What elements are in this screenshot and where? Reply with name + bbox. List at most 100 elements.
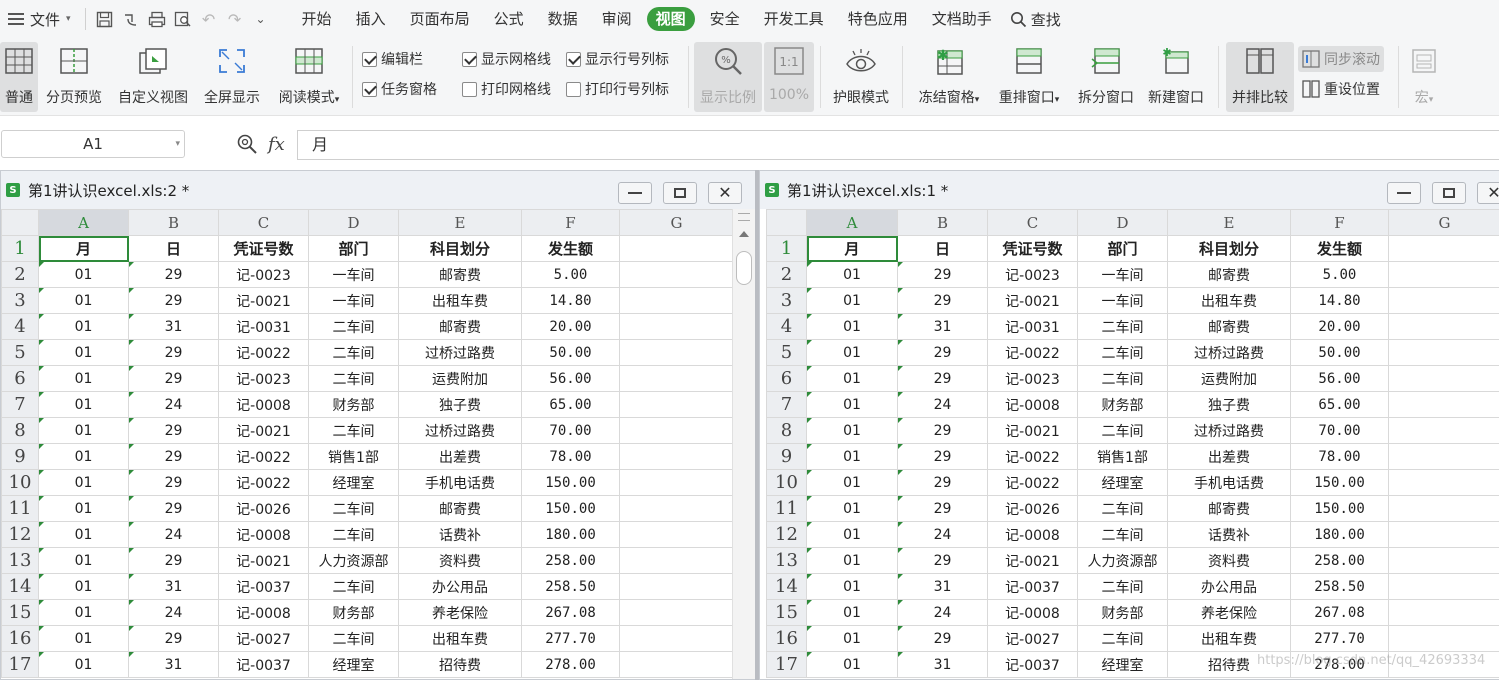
row-header[interactable]: 8 bbox=[1, 417, 39, 444]
cell-d4[interactable]: 二车间 bbox=[1077, 313, 1168, 340]
cell-e7[interactable]: 独子费 bbox=[398, 391, 522, 418]
cell-c15[interactable]: 记-0008 bbox=[218, 599, 309, 626]
cell-d14[interactable]: 二车间 bbox=[1077, 573, 1168, 600]
cell-a10[interactable]: 01 bbox=[806, 469, 898, 496]
sync-scroll-button[interactable]: 同步滚动 bbox=[1298, 46, 1384, 72]
sheet-grid[interactable]: A B C D E F G 1 月日凭证号数 部门 科目划分 发生额 2 01 29 记-0023 一车间 邮寄费… bbox=[766, 209, 1499, 678]
macro-button[interactable]: 宏▾ bbox=[1404, 42, 1444, 112]
column-header-a[interactable]: A bbox=[806, 209, 898, 236]
row-header[interactable]: 5 bbox=[766, 339, 807, 366]
cell-e7[interactable]: 独子费 bbox=[1167, 391, 1291, 418]
cell-c10[interactable]: 记-0022 bbox=[218, 469, 309, 496]
cell-f5[interactable]: 50.00 bbox=[1290, 339, 1389, 366]
undo-icon[interactable]: ↶ bbox=[196, 6, 222, 32]
cell-d10[interactable]: 经理室 bbox=[1077, 469, 1168, 496]
tab-developer[interactable]: 开发工具 bbox=[755, 7, 833, 31]
cell-b15[interactable]: 24 bbox=[128, 599, 219, 626]
cell-d6[interactable]: 二车间 bbox=[1077, 365, 1168, 392]
vertical-scrollbar[interactable] bbox=[732, 209, 755, 679]
cell-c6[interactable]: 记-0023 bbox=[218, 365, 309, 392]
cell-a5[interactable]: 01 bbox=[806, 339, 898, 366]
cell-e10[interactable]: 手机电话费 bbox=[1167, 469, 1291, 496]
cell-a16[interactable]: 01 bbox=[38, 625, 129, 652]
cell-g6[interactable] bbox=[1388, 365, 1499, 392]
row-header[interactable]: 16 bbox=[1, 625, 39, 652]
row-header[interactable]: 8 bbox=[766, 417, 807, 444]
print-gridlines-checkbox[interactable]: 打印网格线 bbox=[462, 79, 551, 99]
cell-f3[interactable]: 14.80 bbox=[1290, 287, 1389, 314]
cell-b4[interactable]: 31 bbox=[897, 313, 988, 340]
freeze-panes-button[interactable]: ✱ 冻结窗格▾ bbox=[912, 42, 986, 112]
cell-e14[interactable]: 办公用品 bbox=[398, 573, 522, 600]
cell-b10[interactable]: 29 bbox=[897, 469, 988, 496]
cell-a14[interactable]: 01 bbox=[38, 573, 129, 600]
cell-f1[interactable]: 发生额 bbox=[1290, 235, 1389, 262]
scroll-thumb[interactable] bbox=[736, 251, 752, 285]
column-header-d[interactable]: D bbox=[308, 209, 399, 236]
cell-f7[interactable]: 65.00 bbox=[1290, 391, 1389, 418]
row-header[interactable]: 3 bbox=[766, 287, 807, 314]
cell-b16[interactable]: 29 bbox=[128, 625, 219, 652]
cell-a8[interactable]: 01 bbox=[806, 417, 898, 444]
cell-g8[interactable] bbox=[619, 417, 734, 444]
print-headings-checkbox[interactable]: 打印行号列标 bbox=[566, 79, 669, 99]
headings-checkbox[interactable]: 显示行号列标 bbox=[566, 49, 669, 69]
close-button[interactable]: ✕ bbox=[708, 182, 742, 204]
cell-d16[interactable]: 二车间 bbox=[308, 625, 399, 652]
cell-d7[interactable]: 财务部 bbox=[308, 391, 399, 418]
insert-function-button[interactable]: fx bbox=[268, 134, 285, 155]
cell-c2[interactable]: 记-0023 bbox=[218, 261, 309, 288]
column-header-c[interactable]: C bbox=[218, 209, 309, 236]
cell-b11[interactable]: 29 bbox=[897, 495, 988, 522]
cell-e5[interactable]: 过桥过路费 bbox=[398, 339, 522, 366]
cell-c5[interactable]: 记-0022 bbox=[987, 339, 1078, 366]
cell-f16[interactable]: 277.70 bbox=[521, 625, 620, 652]
gridlines-checkbox[interactable]: 显示网格线 bbox=[462, 49, 551, 69]
cell-b13[interactable]: 29 bbox=[128, 547, 219, 574]
workbook-window-2[interactable]: S 第1讲认识excel.xls:2 * ✕ A B C D E F G 1 月日凭证号数 部门科… bbox=[0, 170, 756, 680]
cell-d16[interactable]: 二车间 bbox=[1077, 625, 1168, 652]
cell-c11[interactable]: 记-0026 bbox=[987, 495, 1078, 522]
row-header[interactable]: 1 bbox=[766, 235, 807, 262]
select-all-corner[interactable] bbox=[1, 209, 39, 236]
row-header[interactable]: 1 bbox=[1, 235, 39, 262]
column-header-g[interactable]: G bbox=[1388, 209, 1499, 236]
cell-a8[interactable]: 01 bbox=[38, 417, 129, 444]
row-header[interactable]: 16 bbox=[766, 625, 807, 652]
cell-a3[interactable]: 01 bbox=[806, 287, 898, 314]
row-header[interactable]: 9 bbox=[1, 443, 39, 470]
print-icon[interactable] bbox=[144, 6, 170, 32]
cell-f2[interactable]: 5.00 bbox=[1290, 261, 1389, 288]
cell-c3[interactable]: 记-0021 bbox=[218, 287, 309, 314]
side-by-side-button[interactable]: 并排比较 bbox=[1226, 42, 1294, 112]
cell-b14[interactable]: 31 bbox=[897, 573, 988, 600]
cell-a17[interactable]: 01 bbox=[38, 651, 129, 678]
minimize-button[interactable] bbox=[618, 182, 652, 204]
editbar-checkbox[interactable]: 编辑栏 bbox=[362, 49, 423, 69]
cell-c1[interactable]: 凭证号数 bbox=[987, 235, 1078, 262]
cell-c14[interactable]: 记-0037 bbox=[218, 573, 309, 600]
cell-a17[interactable]: 01 bbox=[806, 651, 898, 678]
cell-c11[interactable]: 记-0026 bbox=[218, 495, 309, 522]
file-menu[interactable]: 文件 ▾ bbox=[0, 0, 79, 38]
cell-g7[interactable] bbox=[619, 391, 734, 418]
cell-f12[interactable]: 180.00 bbox=[1290, 521, 1389, 548]
cell-e3[interactable]: 出租车费 bbox=[398, 287, 522, 314]
cell-g8[interactable] bbox=[1388, 417, 1499, 444]
row-header[interactable]: 2 bbox=[1, 261, 39, 288]
restore-button[interactable] bbox=[1432, 182, 1466, 204]
cell-a14[interactable]: 01 bbox=[806, 573, 898, 600]
cell-b2[interactable]: 29 bbox=[897, 261, 988, 288]
cell-e13[interactable]: 资料费 bbox=[398, 547, 522, 574]
cell-e11[interactable]: 邮寄费 bbox=[398, 495, 522, 522]
cell-e4[interactable]: 邮寄费 bbox=[1167, 313, 1291, 340]
cell-d2[interactable]: 一车间 bbox=[308, 261, 399, 288]
cell-d3[interactable]: 一车间 bbox=[308, 287, 399, 314]
cell-e1[interactable]: 科目划分 bbox=[398, 235, 522, 262]
cell-g2[interactable] bbox=[1388, 261, 1499, 288]
cell-e9[interactable]: 出差费 bbox=[1167, 443, 1291, 470]
restore-button[interactable] bbox=[663, 182, 697, 204]
cell-d13[interactable]: 人力资源部 bbox=[1077, 547, 1168, 574]
cell-f10[interactable]: 150.00 bbox=[1290, 469, 1389, 496]
cell-b7[interactable]: 24 bbox=[897, 391, 988, 418]
